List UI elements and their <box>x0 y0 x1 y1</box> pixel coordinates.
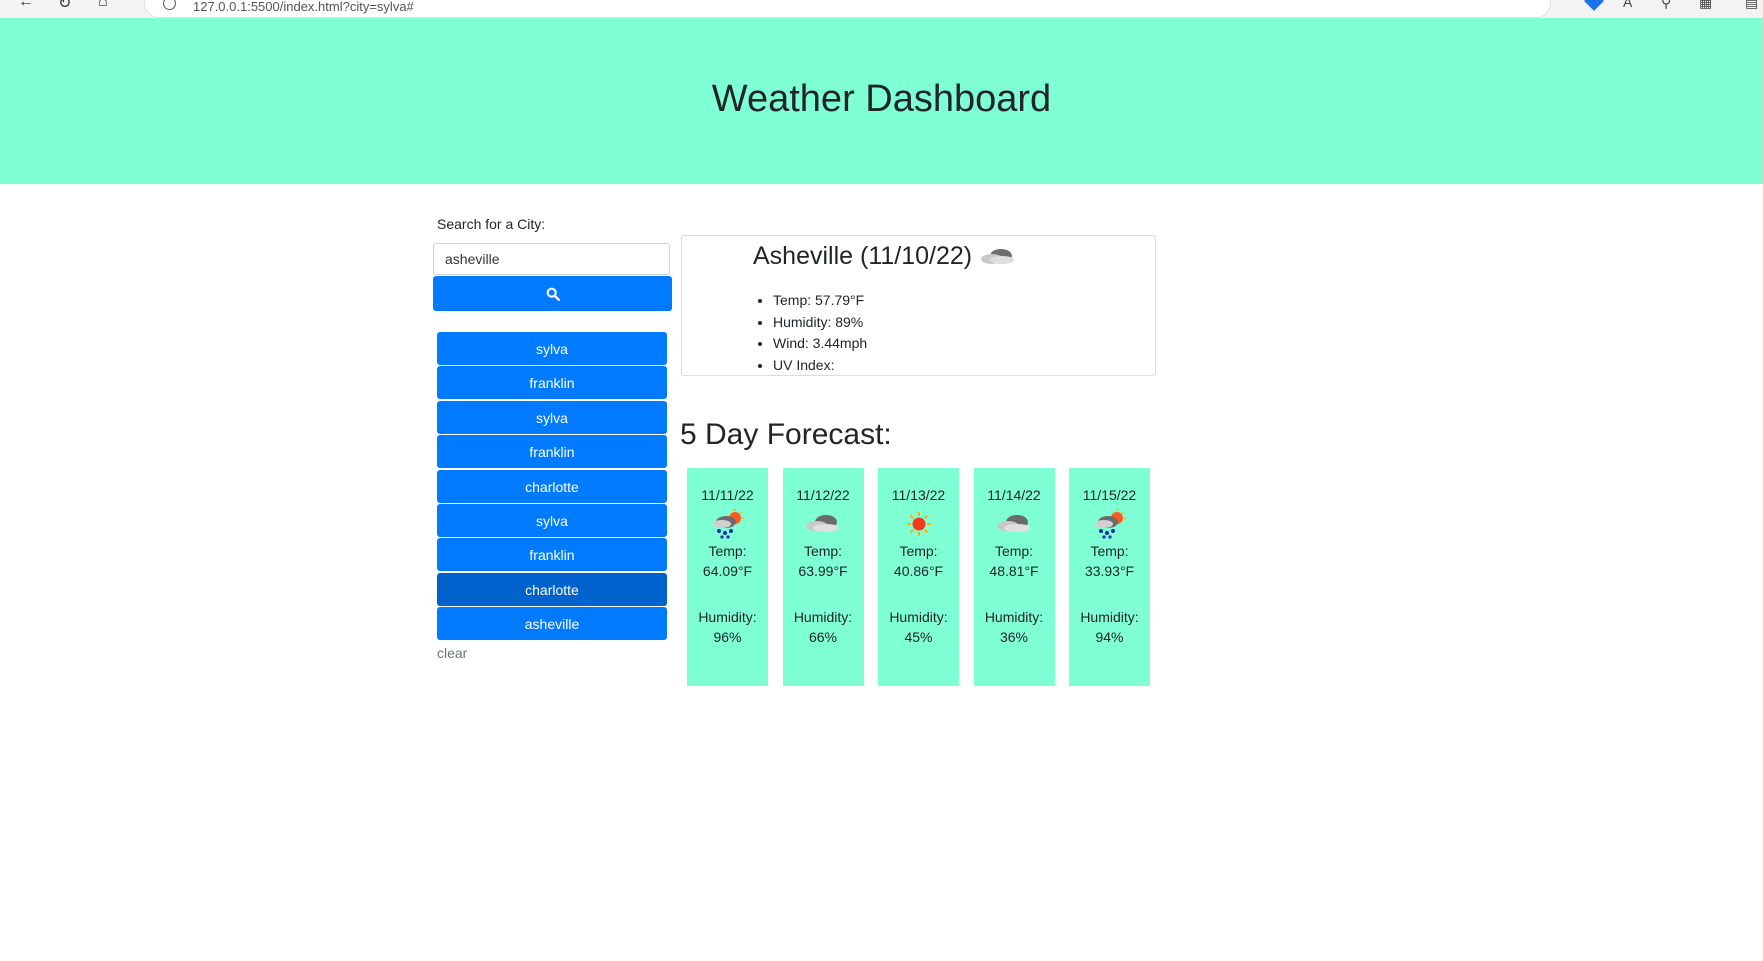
search-history-list: sylva franklin sylva franklin charlotte … <box>437 332 667 642</box>
forecast-temp-label: Temp: <box>899 543 938 559</box>
forecast-card: 11/13/22 Temp: 40.86°F Humidity: 45% <box>878 468 959 686</box>
site-info-icon[interactable] <box>163 0 176 10</box>
forecast-date: 11/13/22 <box>891 487 946 503</box>
cloud-icon <box>806 515 839 532</box>
forecast-date: 11/11/22 <box>701 487 754 503</box>
forecast-temp-label: Temp: <box>708 543 747 559</box>
forecast-humidity-label: Humidity: <box>793 609 853 625</box>
search-icon <box>546 287 560 301</box>
history-item-franklin[interactable]: franklin <box>437 366 667 400</box>
back-icon[interactable]: ← <box>18 0 34 11</box>
browser-toolbar: ← ↻ ⌂ 127.0.0.1:5500/index.html?city=syl… <box>0 0 1763 18</box>
forecast-cards: 11/11/22 Temp: 64.09°F Humidity: 96% 11/… <box>687 468 1165 686</box>
current-uv-index: UV Index: <box>773 355 867 377</box>
address-bar[interactable]: 127.0.0.1:5500/index.html?city=sylva# <box>144 0 1551 18</box>
clear-history-link[interactable]: clear <box>437 645 467 661</box>
current-weather-card: Asheville (11/10/22) Temp: 57.79°F Humid… <box>681 235 1156 376</box>
forecast-temp: 48.81°F <box>989 563 1039 579</box>
extensions-icon[interactable]: ▦ <box>1699 0 1712 11</box>
forecast-humidity-label: Humidity: <box>698 609 757 625</box>
forecast-humidity-label: Humidity: <box>889 609 948 625</box>
forecast-card: 11/14/22 Temp: 48.81°F Humidity: 36% <box>973 468 1055 686</box>
forecast-card: 11/12/22 Temp: 63.99°F Humidity: 66% <box>782 468 864 686</box>
forecast-humidity: 66% <box>808 629 838 645</box>
history-item-charlotte[interactable]: charlotte <box>437 572 667 606</box>
history-item-sylva[interactable]: sylva <box>437 400 667 434</box>
forecast-humidity-label: Humidity: <box>1080 609 1139 625</box>
zoom-icon[interactable]: ⚲ <box>1661 0 1671 11</box>
current-weather-details: Temp: 57.79°F Humidity: 89% Wind: 3.44mp… <box>754 290 867 376</box>
city-search-input[interactable] <box>433 243 670 275</box>
history-item-charlotte[interactable]: charlotte <box>437 469 667 503</box>
search-button[interactable] <box>433 276 672 311</box>
rain-sun-icon <box>1094 509 1126 539</box>
cloudy-icon <box>981 248 1015 264</box>
forecast-temp-label: Temp: <box>803 543 843 559</box>
forecast-temp: 33.93°F <box>1084 563 1135 579</box>
forecast-temp: 64.09°F <box>702 563 753 579</box>
cloud-icon <box>997 515 1030 532</box>
current-wind: Wind: 3.44mph <box>773 333 867 355</box>
history-item-asheville[interactable]: asheville <box>437 607 667 641</box>
home-icon[interactable]: ⌂ <box>98 0 108 11</box>
extension-icon[interactable] <box>1584 0 1604 11</box>
forecast-card: 11/11/22 Temp: 64.09°F Humidity: 96% <box>687 468 768 686</box>
forecast-heading: 5 Day Forecast: <box>680 418 892 451</box>
forecast-humidity: 94% <box>1095 629 1124 645</box>
forecast-date: 11/14/22 <box>987 487 1041 503</box>
forecast-temp-label: Temp: <box>1090 543 1129 559</box>
current-weather-heading: Asheville (11/10/22) <box>753 242 1018 271</box>
address-bar-url[interactable]: 127.0.0.1:5500/index.html?city=sylva# <box>193 0 414 14</box>
forecast-card: 11/15/22 Temp: 33.93°F Humidity: 94% <box>1069 468 1150 686</box>
history-item-sylva[interactable]: sylva <box>437 503 667 537</box>
forecast-date: 11/15/22 <box>1082 487 1137 503</box>
read-aloud-icon[interactable]: A <box>1623 0 1632 10</box>
forecast-humidity-label: Humidity: <box>984 609 1044 625</box>
forecast-date: 11/12/22 <box>796 487 850 503</box>
reload-icon[interactable]: ↻ <box>58 0 71 13</box>
sun-icon <box>906 512 931 536</box>
forecast-temp: 40.86°F <box>893 563 944 579</box>
sidebar-icon[interactable]: ▤ <box>1745 0 1758 11</box>
forecast-temp-label: Temp: <box>994 543 1034 559</box>
history-item-franklin[interactable]: franklin <box>437 538 667 572</box>
rain-sun-icon <box>712 509 744 539</box>
forecast-humidity: 96% <box>713 629 742 645</box>
forecast-humidity: 36% <box>999 629 1029 645</box>
page-title: Weather Dashboard <box>711 78 1052 120</box>
forecast-temp: 63.99°F <box>798 563 848 579</box>
page-header: Weather Dashboard <box>0 18 1763 184</box>
forecast-humidity: 45% <box>904 629 933 645</box>
current-temp: Temp: 57.79°F <box>773 290 867 312</box>
current-humidity: Humidity: 89% <box>773 312 867 334</box>
history-item-sylva[interactable]: sylva <box>437 332 667 365</box>
current-weather-title: Asheville (11/10/22) <box>753 242 973 270</box>
history-item-franklin[interactable]: franklin <box>437 435 667 469</box>
search-label: Search for a City: <box>437 216 546 232</box>
